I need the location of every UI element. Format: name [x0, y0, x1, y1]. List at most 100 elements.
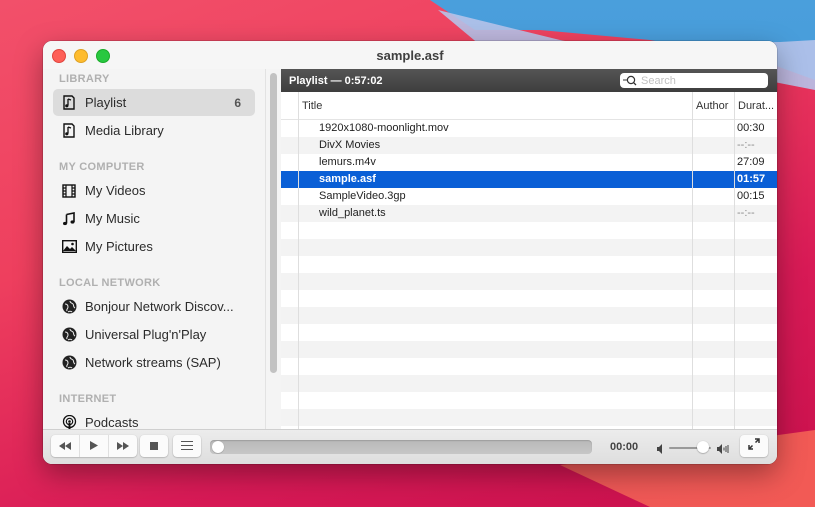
- playlist-count-badge: 6: [234, 95, 241, 110]
- grid-line: [298, 92, 299, 429]
- picture-icon: [61, 239, 77, 255]
- sidebar-item-podcasts[interactable]: Podcasts: [53, 409, 255, 429]
- search-icon: [623, 74, 637, 88]
- search-input[interactable]: [637, 74, 761, 87]
- row-duration: 01:57: [737, 173, 766, 185]
- empty-row: [281, 273, 777, 290]
- column-duration[interactable]: Durat...: [738, 100, 774, 112]
- column-header: Title Author Durat...: [281, 92, 777, 120]
- fast-forward-icon: [117, 437, 129, 455]
- playlist-header: Playlist — 0:57:02: [281, 69, 777, 92]
- fullscreen-button[interactable]: [740, 435, 768, 457]
- search-field[interactable]: [620, 73, 768, 88]
- playlist-row[interactable]: wild_planet.ts --:--: [281, 205, 777, 222]
- column-author[interactable]: Author: [696, 100, 728, 112]
- volume-low-icon[interactable]: [657, 441, 665, 459]
- globe-icon: [61, 299, 77, 315]
- window-controls: [52, 49, 110, 63]
- empty-row: [281, 324, 777, 341]
- sidebar-item-sap[interactable]: Network streams (SAP): [53, 349, 255, 376]
- playlist-row-selected[interactable]: sample.asf 01:57: [281, 171, 777, 188]
- playlist-row[interactable]: SampleVideo.3gp 00:15: [281, 188, 777, 205]
- sidebar: LIBRARY Playlist 6 Media Library MY COMP…: [43, 69, 265, 429]
- sidebar-item-bonjour[interactable]: Bonjour Network Discov...: [53, 293, 255, 320]
- empty-row: [281, 239, 777, 256]
- playback-controls: 00:00: [43, 429, 777, 464]
- section-heading-library: LIBRARY: [59, 73, 110, 85]
- rewind-icon: [59, 437, 71, 455]
- row-title: wild_planet.ts: [319, 207, 386, 219]
- playlist-toggle-group: [173, 435, 201, 457]
- sidebar-item-my-music[interactable]: My Music: [53, 205, 255, 232]
- section-heading-my-computer: MY COMPUTER: [59, 161, 145, 173]
- row-duration: --:--: [737, 139, 755, 151]
- empty-row: [281, 358, 777, 375]
- empty-row: [281, 222, 777, 239]
- playlist-title: Playlist — 0:57:02: [289, 74, 383, 87]
- sidebar-item-label: Media Library: [85, 123, 164, 138]
- globe-icon: [61, 355, 77, 371]
- empty-row: [281, 409, 777, 426]
- elapsed-time: 00:00: [610, 441, 639, 453]
- row-duration: 27:09: [737, 156, 765, 168]
- fullscreen-icon: [748, 437, 760, 455]
- stop-button[interactable]: [140, 435, 168, 457]
- playlist-row[interactable]: DivX Movies --:--: [281, 137, 777, 154]
- close-button[interactable]: [52, 49, 66, 63]
- transport-buttons: [51, 435, 137, 457]
- volume-high-icon[interactable]: [717, 441, 729, 459]
- volume-slider-knob[interactable]: [696, 441, 709, 453]
- media-library-icon: [61, 123, 77, 139]
- seek-slider[interactable]: [210, 440, 592, 454]
- empty-row: [281, 256, 777, 273]
- row-duration: --:--: [737, 207, 755, 219]
- minimize-button[interactable]: [74, 49, 88, 63]
- sidebar-item-playlist[interactable]: Playlist 6: [53, 89, 255, 116]
- section-heading-internet: INTERNET: [59, 393, 117, 405]
- row-duration: 00:15: [737, 190, 765, 202]
- toggle-playlist-button[interactable]: [173, 435, 201, 457]
- sidebar-scrollbar-thumb[interactable]: [270, 73, 277, 373]
- empty-row: [281, 392, 777, 409]
- play-icon: [90, 437, 98, 455]
- sidebar-item-label: Podcasts: [85, 415, 139, 429]
- globe-icon: [61, 327, 77, 343]
- sidebar-item-label: Universal Plug'n'Play: [85, 327, 207, 342]
- playlist-row[interactable]: lemurs.m4v 27:09: [281, 154, 777, 171]
- maximize-button[interactable]: [96, 49, 110, 63]
- sidebar-item-label: My Music: [85, 211, 140, 226]
- stop-icon: [150, 437, 158, 455]
- empty-row: [281, 307, 777, 324]
- sidebar-item-media-library[interactable]: Media Library: [53, 117, 255, 144]
- title-bar: sample.asf: [43, 41, 777, 69]
- playlist-row[interactable]: 1920x1080-moonlight.mov 00:30: [281, 120, 777, 137]
- empty-row: [281, 341, 777, 358]
- empty-row: [281, 290, 777, 307]
- play-button[interactable]: [79, 435, 108, 457]
- list-icon: [181, 437, 193, 455]
- row-title: 1920x1080-moonlight.mov: [319, 122, 449, 134]
- seek-slider-knob[interactable]: [212, 441, 224, 453]
- window-title: sample.asf: [376, 47, 444, 63]
- row-title: sample.asf: [319, 173, 376, 185]
- sidebar-item-my-videos[interactable]: My Videos: [53, 177, 255, 204]
- grid-line: [734, 92, 735, 429]
- column-title[interactable]: Title: [302, 100, 322, 112]
- row-title: SampleVideo.3gp: [319, 190, 406, 202]
- grid-line: [692, 92, 693, 429]
- playlist-rows: 1920x1080-moonlight.mov 00:30 DivX Movie…: [281, 120, 777, 429]
- row-duration: 00:30: [737, 122, 765, 134]
- sidebar-scrollbar[interactable]: [265, 69, 282, 429]
- playlist-pane: Playlist — 0:57:02 Title Author Durat...…: [281, 69, 777, 429]
- sidebar-item-my-pictures[interactable]: My Pictures: [53, 233, 255, 260]
- row-title: lemurs.m4v: [319, 156, 376, 168]
- film-icon: [61, 183, 77, 199]
- sidebar-item-label: Network streams (SAP): [85, 355, 221, 370]
- sidebar-item-label: My Pictures: [85, 239, 153, 254]
- sidebar-item-label: My Videos: [85, 183, 146, 198]
- sidebar-item-label: Playlist: [85, 95, 127, 110]
- rewind-button[interactable]: [51, 435, 79, 457]
- fast-forward-button[interactable]: [108, 435, 137, 457]
- row-title: DivX Movies: [319, 139, 381, 151]
- sidebar-item-upnp[interactable]: Universal Plug'n'Play: [53, 321, 255, 348]
